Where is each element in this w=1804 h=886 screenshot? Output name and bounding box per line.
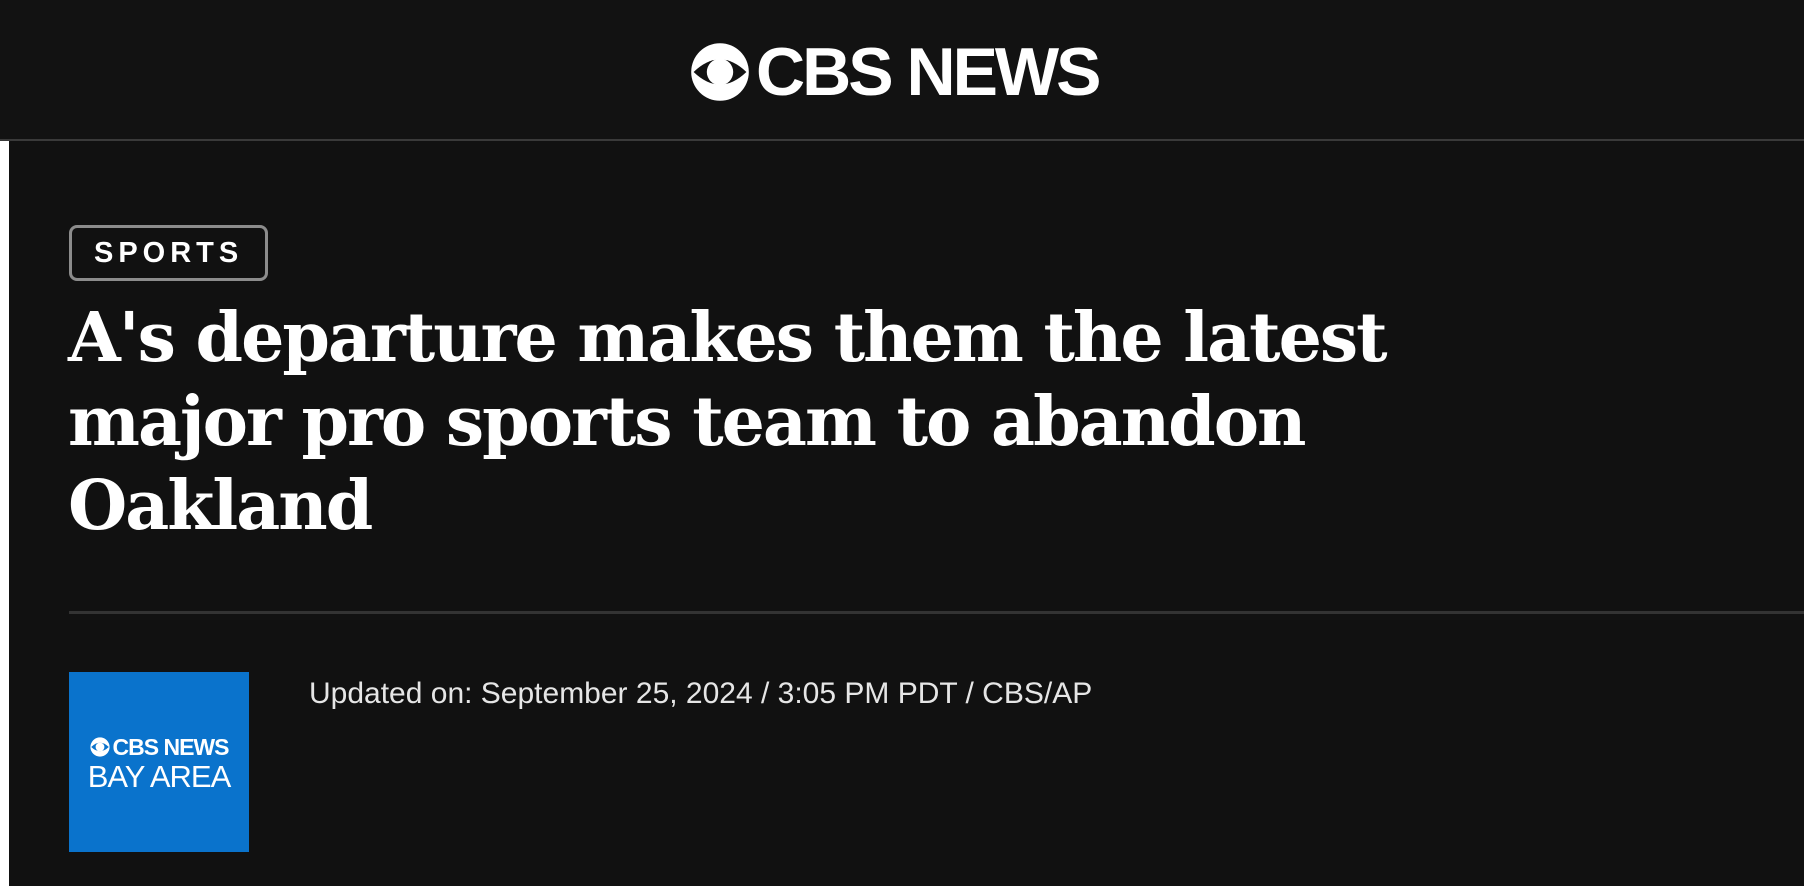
logo-top-row: CBS NEWS (89, 734, 230, 760)
brand-name: CBS NEWS (756, 34, 1101, 110)
left-edge-rule (0, 141, 9, 886)
site-header: CBS NEWS (0, 0, 1804, 141)
cbs-eye-icon (89, 737, 110, 757)
article-updated-meta: Updated on: September 25, 2024 / 3:05 PM… (309, 677, 1093, 710)
logo-region-text: BAY AREA (87, 759, 231, 794)
logo-brand-text: CBS NEWS (112, 734, 230, 760)
cbs-news-logo-link[interactable]: CBS NEWS (690, 34, 1101, 110)
article-page: CBS NEWS SPORTS A's departure makes them… (0, 0, 1804, 886)
cbs-news-bay-area-logo[interactable]: CBS NEWS BAY AREA (69, 672, 249, 852)
section-tag-sports[interactable]: SPORTS (69, 225, 269, 281)
article-headline: A's departure makes them the latest majo… (68, 298, 1388, 546)
header-divider (69, 611, 1804, 614)
cbs-eye-icon (691, 43, 749, 101)
